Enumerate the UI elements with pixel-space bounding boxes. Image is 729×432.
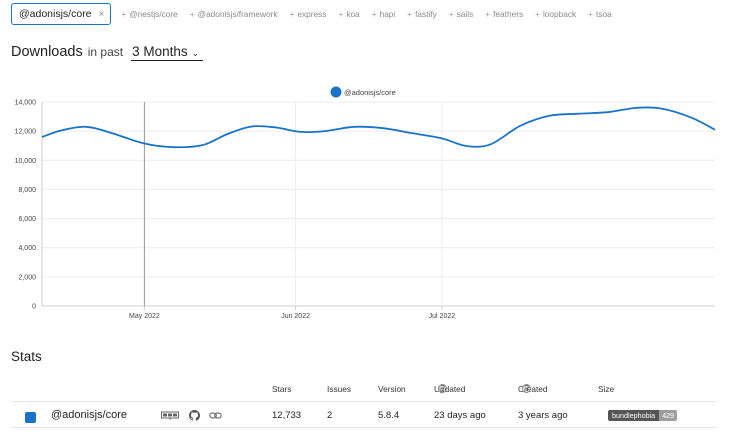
row-divider [11,427,717,428]
plus-icon: + [588,9,594,19]
series-line [41,106,716,149]
x-tick-label: May 2022 [129,313,160,320]
chart-series [41,106,716,149]
suggestion-loopback[interactable]: + loopback [535,9,576,19]
table-row: @adonisjs/core 12,733 2 5.8.4 23 days ag… [0,403,729,427]
header-issues: Issues [327,384,351,394]
help-icon[interactable]: ? [522,384,531,393]
badge-label: bundlephobia [608,410,660,421]
downloads-header: Downloads in past 3 Months ⌄ [11,44,204,61]
help-icon[interactable]: ? [438,384,447,393]
badge-value: 429 [659,410,678,421]
y-tick-label: 0 [32,304,36,311]
chart-legend[interactable]: @adonisjs/core [330,86,396,98]
created-value: 3 years ago [518,410,568,421]
package-color-swatch [25,412,36,423]
plus-icon: + [485,9,491,19]
chart-axes: 0 2,000 4,000 6,000 8,000 10,000 12,000 14,000 M… [15,100,456,321]
y-tick-label: 8,000 [18,187,36,194]
y-tick-label: 6,000 [18,216,36,223]
plus-icon: + [338,9,344,19]
plus-icon: + [535,9,540,19]
suggestion-sails[interactable]: + sails [449,9,473,19]
stats-title: Stats [11,349,42,364]
suggestion-feathers[interactable]: + feathers [485,9,523,19]
stats-table-header: Stars Issues Version Updated? Created? S… [272,383,615,394]
y-tick-label: 14,000 [15,100,37,107]
y-tick-label: 12,000 [15,129,37,136]
chevron-down-icon: ⌄ [191,48,200,58]
selected-package-name: @adonisjs/core [19,8,92,20]
remove-package-icon[interactable]: × [99,9,105,20]
suggestion-nestjs-core[interactable]: + @nestjs/core [121,9,177,19]
bundlephobia-size-badge[interactable]: bundlephobia 429 [608,410,678,421]
downloads-chart[interactable]: 0 2,000 4,000 6,000 8,000 10,000 12,000 14,000 M… [0,82,729,322]
header-size: Size [598,384,615,394]
plus-icon: + [289,9,295,19]
chart-grid [42,101,715,307]
plus-icon: + [121,9,127,19]
link-icon[interactable] [209,410,222,421]
period-select[interactable]: 3 Months ⌄ [131,44,204,61]
suggested-packages: + @nestjs/core + @adonisjs/framework + expr… [121,9,623,19]
y-tick-label: 2,000 [18,274,36,281]
period-value: 3 Months [132,44,188,59]
x-tick-label: Jun 2022 [281,313,310,320]
package-search-bar: @adonisjs/core × + @nestjs/core + @adonisj… [11,3,624,25]
github-icon[interactable] [188,410,201,421]
header-version: Version [378,384,406,394]
suggestion-hapi[interactable]: + hapi [372,9,396,19]
plus-icon: + [448,9,454,19]
selected-package-chip[interactable]: @adonisjs/core × [11,3,112,25]
stats-divider [11,401,717,402]
suggestion-koa[interactable]: + koa [338,9,359,19]
suggestion-tsoa[interactable]: + tsoa [588,9,612,19]
legend-swatch [330,86,342,98]
y-tick-label: 10,000 [15,158,37,165]
y-tick-label: 4,000 [18,245,36,252]
updated-value: 23 days ago [434,410,486,421]
downloads-title: Downloads [11,44,83,60]
plus-icon: + [189,9,195,19]
stars-value: 12,733 [272,410,302,421]
suggestion-fastify[interactable]: + fastify [407,9,437,19]
in-past-label: in past [87,45,124,59]
version-value: 5.8.4 [378,410,400,421]
suggestion-express[interactable]: + express [290,9,327,19]
package-name[interactable]: @adonisjs/core [51,409,127,421]
npm-icon[interactable] [161,410,179,421]
legend-label: @adonisjs/core [344,88,396,97]
plus-icon: + [371,9,377,19]
plus-icon: + [407,9,413,19]
issues-value: 2 [327,410,333,421]
suggestion-adonisjs-framework[interactable]: + @adonisjs/framework [190,9,278,19]
header-stars: Stars [272,384,292,394]
x-tick-label: Jul 2022 [429,313,456,320]
